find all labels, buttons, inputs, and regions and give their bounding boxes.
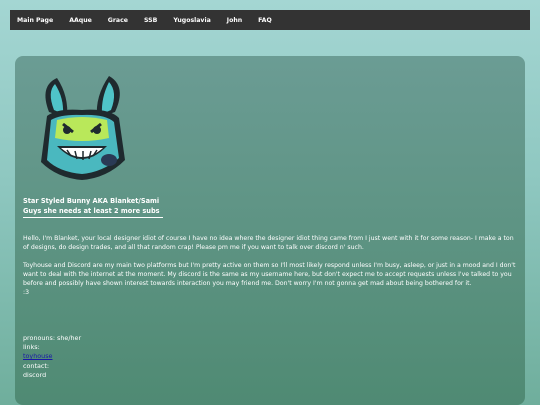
pronouns-text: pronouns: she/her [23, 334, 82, 342]
contact-value: discord [23, 370, 47, 379]
profile-header: Star Styled Bunny AKA Blanket/Sami Guys … [23, 196, 160, 216]
info-section: pronouns: she/her links: toyhouse contac… [23, 334, 81, 380]
bio-paragraph-2-end: :3 [23, 289, 30, 296]
nav-main-page[interactable]: Main Page [17, 17, 53, 24]
contact-label: contact: [23, 361, 50, 370]
bunny-avatar-icon [41, 76, 125, 180]
bio-paragraph-2-text: Toyhouse and Discord are my main two pla… [23, 262, 516, 287]
nav-faq[interactable]: FAQ [258, 17, 272, 24]
profile-panel: Star Styled Bunny AKA Blanket/Sami Guys … [15, 56, 525, 405]
links-label: links: [23, 343, 40, 352]
bio-paragraph-2: Toyhouse and Discord are my main two pla… [23, 261, 517, 297]
bio-paragraph-1: Hello, I'm Blanket, your local designer … [23, 235, 514, 251]
nav-yugoslavia[interactable]: Yugoslavia [173, 17, 210, 24]
profile-title: Star Styled Bunny AKA Blanket/Sami [23, 197, 160, 205]
nav-aaque[interactable]: AAque [69, 17, 92, 24]
nav-grace[interactable]: Grace [108, 17, 128, 24]
nav-john[interactable]: John [227, 17, 242, 24]
divider [23, 217, 163, 218]
bio-section: Hello, I'm Blanket, your local designer … [23, 234, 517, 306]
toyhouse-link[interactable]: toyhouse [23, 352, 52, 360]
profile-subtitle: Guys she needs at least 2 more subs [23, 207, 160, 215]
nav-ssb[interactable]: SSB [144, 17, 157, 24]
top-navbar: Main Page AAque Grace SSB Yugoslavia Joh… [10, 10, 530, 30]
